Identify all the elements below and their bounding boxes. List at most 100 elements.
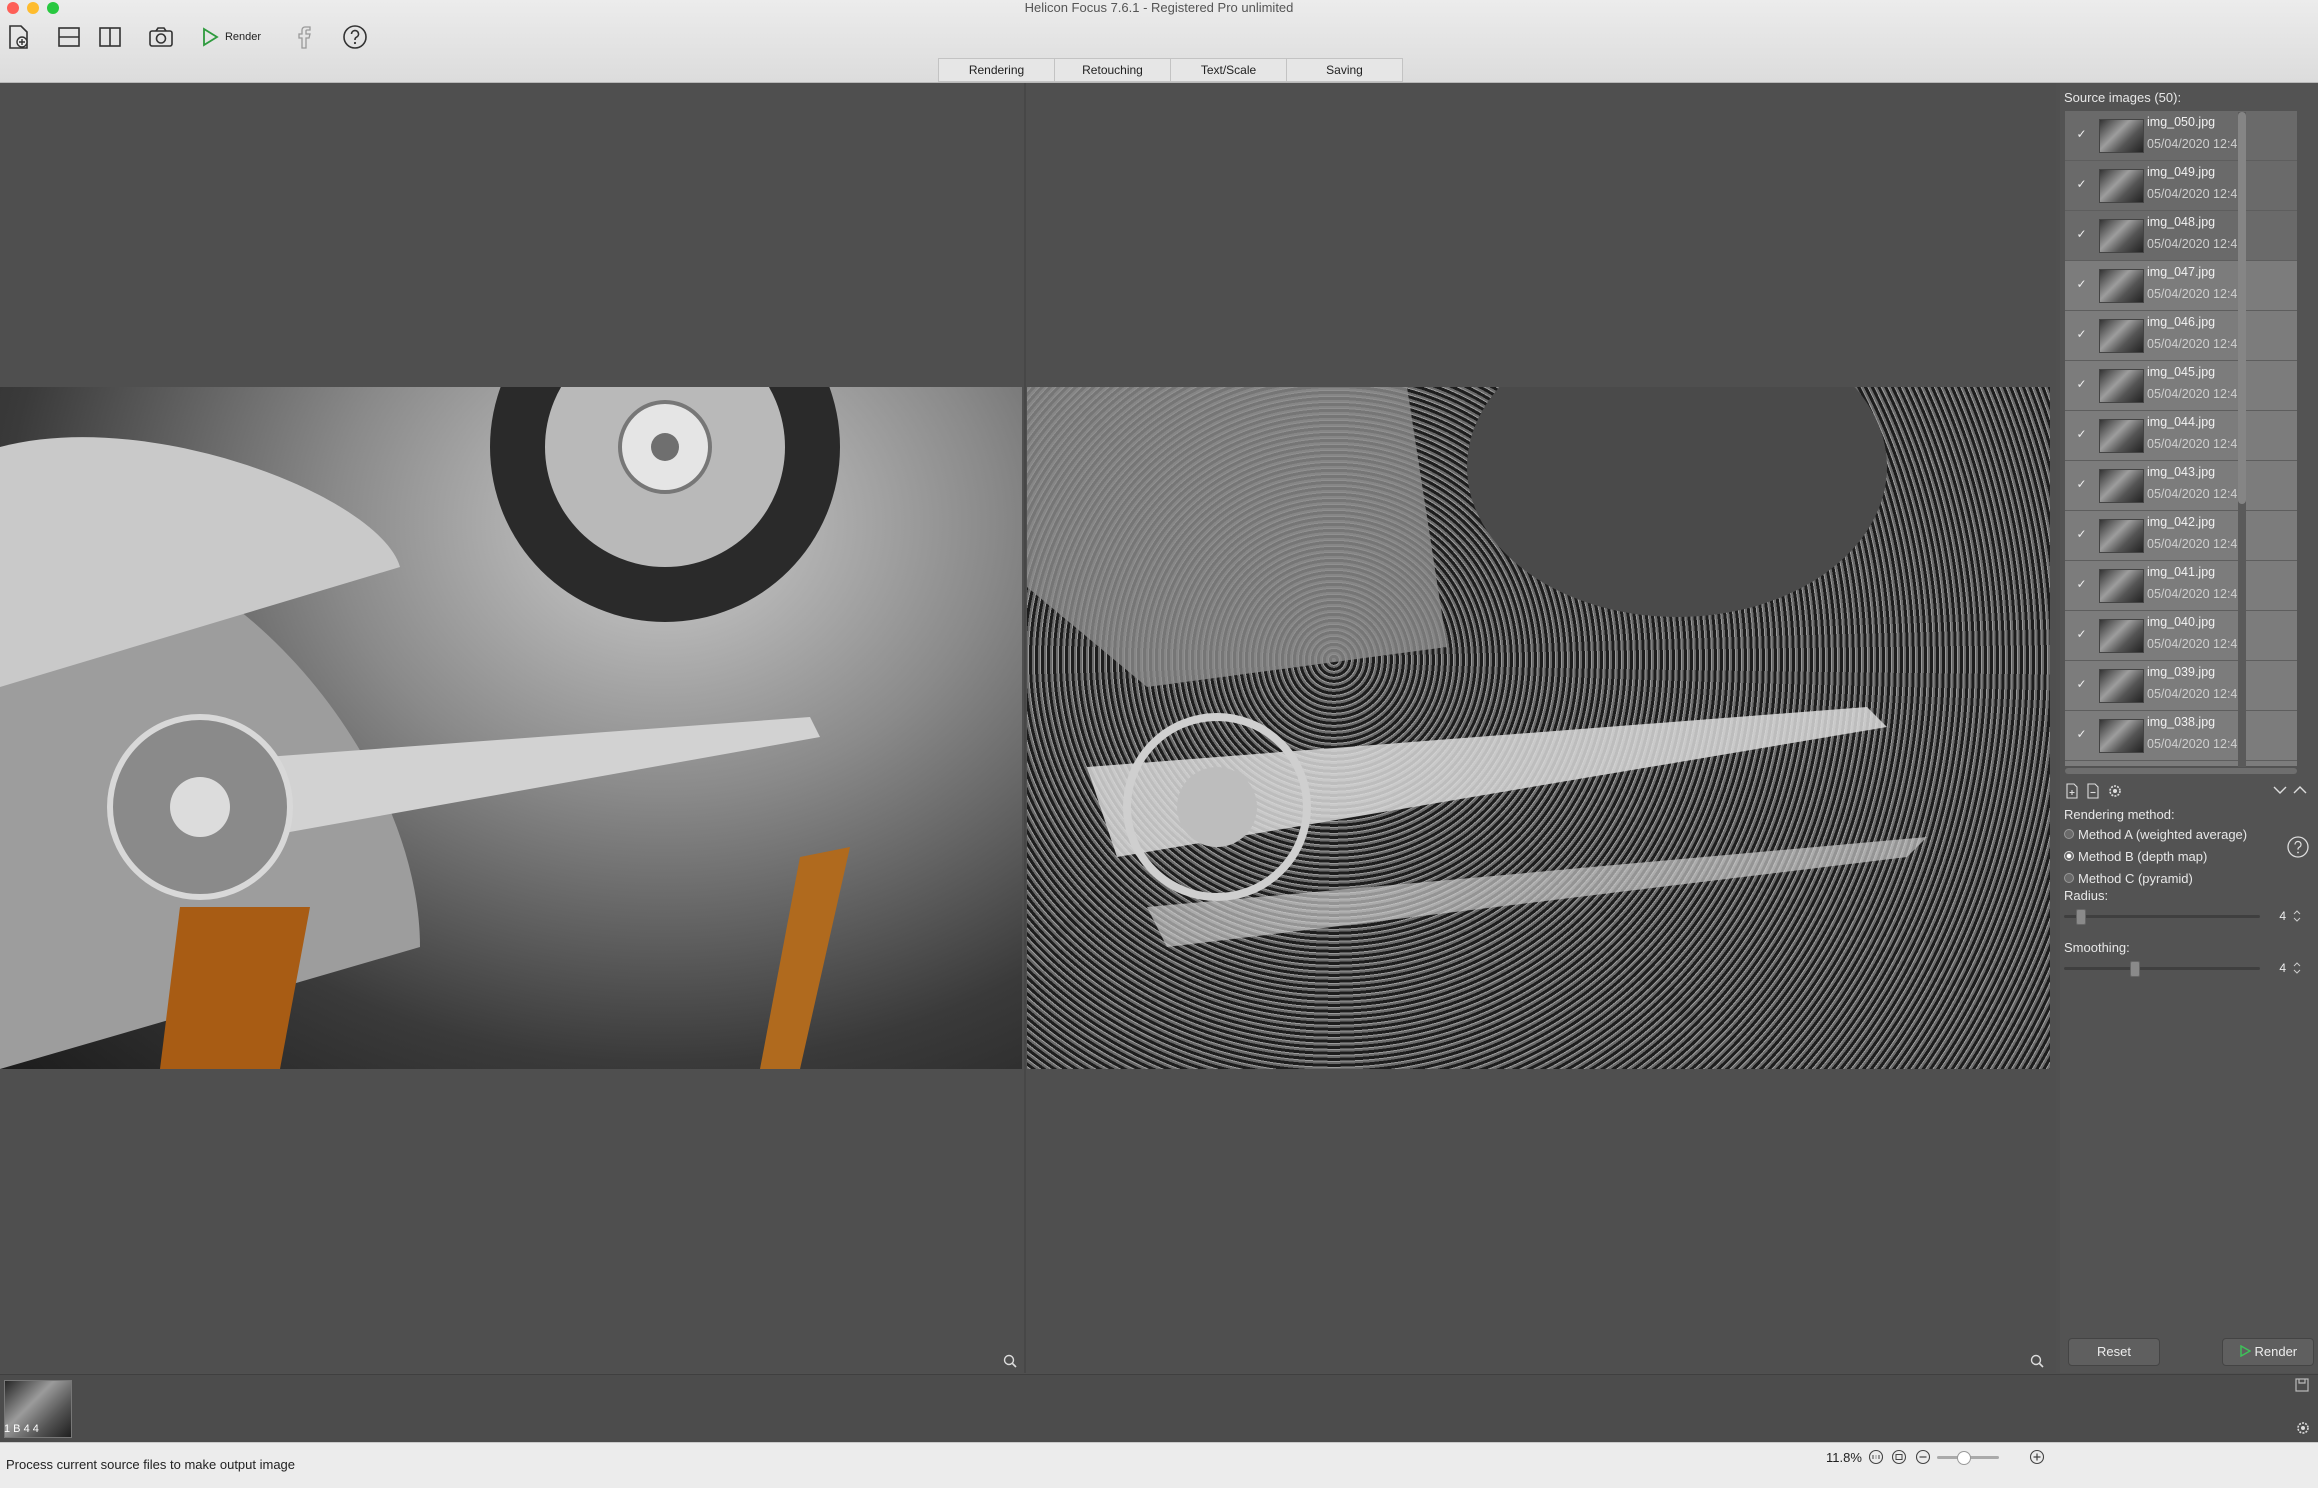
source-images-header: Source images (50): [2064,90,2182,105]
add-file-button[interactable] [2065,783,2079,799]
move-up-button[interactable] [2292,783,2308,797]
smoothing-slider-knob[interactable] [2130,961,2140,977]
radius-value[interactable]: 4 [2262,907,2286,925]
zoom-fit-button[interactable] [1891,1449,1907,1465]
remove-file-button[interactable] [2086,783,2100,799]
include-checkbox[interactable]: ✓ [2076,478,2087,490]
method-a-option[interactable]: Method A (weighted average) [2064,825,2247,843]
source-image-preview[interactable] [0,387,1022,1069]
include-checkbox[interactable]: ✓ [2076,178,2087,190]
tab-retouching[interactable]: Retouching [1054,58,1171,82]
include-checkbox[interactable]: ✓ [2076,228,2087,240]
add-images-button[interactable] [4,20,34,54]
file-plus-icon [2066,783,2078,799]
include-checkbox[interactable]: ✓ [2076,128,2087,140]
image-file-date: 05/04/2020 12:47 [2147,237,2245,251]
image-file-date: 05/04/2020 12:46 [2147,587,2245,601]
source-image-item[interactable]: ✓ img_043.jpg 05/04/2020 12:46 [2065,461,2297,511]
render-toolbar-button[interactable]: Render [196,20,266,54]
filmstrip-settings-button[interactable] [2294,1419,2312,1437]
tab-text-scale[interactable]: Text/Scale [1170,58,1287,82]
zoom-right-button[interactable] [2029,1353,2045,1369]
reset-button[interactable]: Reset [2068,1338,2160,1366]
method-b-option[interactable]: Method B (depth map) [2064,847,2207,865]
source-image-item[interactable]: ✓ img_045.jpg 05/04/2020 12:47 [2065,361,2297,411]
radius-stepper[interactable] [2292,907,2302,925]
list-scroll-thumb[interactable] [2238,112,2246,504]
image-file-date: 05/04/2020 12:47 [2147,137,2245,151]
move-down-button[interactable] [2272,783,2288,797]
minus-icon [1915,1449,1931,1465]
smoothing-stepper[interactable] [2292,959,2302,977]
zoom-level: 11.8% [1826,1450,1862,1465]
include-checkbox[interactable]: ✓ [2076,528,2087,540]
list-scrollbar[interactable] [2238,112,2246,767]
source-image-item[interactable]: ✓ img_038.jpg 05/04/2020 12:46 [2065,711,2297,761]
image-file-name: img_041.jpg [2147,565,2216,579]
filmstrip-save-button[interactable] [2294,1377,2310,1393]
actual-size-icon [1868,1449,1884,1465]
viewer-divider[interactable] [1024,83,1026,1373]
include-checkbox[interactable]: ✓ [2076,328,2087,340]
smoothing-label: Smoothing: [2064,940,2130,955]
settings-file-button[interactable] [2106,782,2124,800]
include-checkbox[interactable]: ✓ [2076,428,2087,440]
source-image-list[interactable]: ✓ img_050.jpg 05/04/2020 12:47 ✓ img_049.jpg… [2065,111,2297,766]
method-help-button[interactable] [2286,835,2310,859]
zoom-slider-knob[interactable] [1957,1451,1971,1465]
include-checkbox[interactable]: ✓ [2076,728,2087,740]
depth-map-preview[interactable] [1027,387,2050,1069]
source-image-item[interactable]: ✓ img_049.jpg 05/04/2020 12:47 [2065,161,2297,211]
radius-slider[interactable] [2064,909,2260,925]
zoom-out-button[interactable] [1915,1449,1931,1465]
help-button[interactable] [340,20,370,54]
window-title: Helicon Focus 7.6.1 - Registered Pro unl… [1024,0,1294,15]
include-checkbox[interactable]: ✓ [2076,578,2087,590]
settings-panel: Source images (50): ✓ img_050.jpg 05/04/20… [2060,83,2318,1373]
layout-vertical-button[interactable] [95,20,125,54]
tab-rendering[interactable]: Rendering [938,58,1055,82]
source-image-item[interactable]: ✓ img_042.jpg 05/04/2020 12:46 [2065,511,2297,561]
source-image-item[interactable]: ✓ img_047.jpg 05/04/2020 12:47 [2065,261,2297,311]
magnifier-icon [1003,1354,1017,1368]
image-file-name: img_042.jpg [2147,515,2216,529]
include-checkbox[interactable]: ✓ [2076,278,2087,290]
zoom-slider[interactable] [1937,1451,1999,1465]
render-toolbar-label: Render [224,31,262,43]
image-file-name: img_044.jpg [2147,415,2216,429]
source-image-item[interactable]: ✓ img_040.jpg 05/04/2020 12:46 [2065,611,2297,661]
source-image-item[interactable]: ✓ img_039.jpg 05/04/2020 12:46 [2065,661,2297,711]
image-file-name: img_045.jpg [2147,365,2216,379]
layout-horizontal-button[interactable] [54,20,84,54]
facebook-button[interactable] [290,20,320,54]
zoom-actual-size-button[interactable] [1868,1449,1884,1465]
rows-icon [58,27,80,47]
source-image-item[interactable]: ✓ img_048.jpg 05/04/2020 12:47 [2065,211,2297,261]
image-file-name: img_049.jpg [2147,165,2216,179]
smoothing-value[interactable]: 4 [2262,959,2286,977]
image-file-date: 05/04/2020 12:47 [2147,187,2245,201]
source-image-item[interactable]: ✓ img_046.jpg 05/04/2020 12:47 [2065,311,2297,361]
tab-saving[interactable]: Saving [1286,58,1403,82]
include-checkbox[interactable]: ✓ [2076,678,2087,690]
method-b-radio[interactable] [2064,851,2074,861]
render-button[interactable]: Render [2222,1338,2314,1366]
zoom-in-button[interactable] [2029,1449,2045,1465]
render-button-label: Render [2254,1344,2298,1359]
source-image-item[interactable]: ✓ img_050.jpg 05/04/2020 12:47 [2065,111,2297,161]
smoothing-slider[interactable] [2064,961,2260,977]
method-c-radio[interactable] [2064,873,2074,883]
method-c-label: Method C (pyramid) [2078,870,2193,886]
method-c-option[interactable]: Method C (pyramid) [2064,869,2193,887]
include-checkbox[interactable]: ✓ [2076,628,2087,640]
radius-slider-knob[interactable] [2076,909,2086,925]
source-image-item[interactable]: ✓ img_041.jpg 05/04/2020 12:46 [2065,561,2297,611]
method-a-radio[interactable] [2064,829,2074,839]
image-thumbnail [2099,369,2144,403]
zoom-left-button[interactable] [1002,1353,1018,1369]
capture-button[interactable] [146,20,176,54]
file-minus-icon [2087,783,2099,799]
source-image-item[interactable]: ✓ img_044.jpg 05/04/2020 12:47 [2065,411,2297,461]
include-checkbox[interactable]: ✓ [2076,378,2087,390]
rendering-method-label: Rendering method: [2064,807,2175,822]
